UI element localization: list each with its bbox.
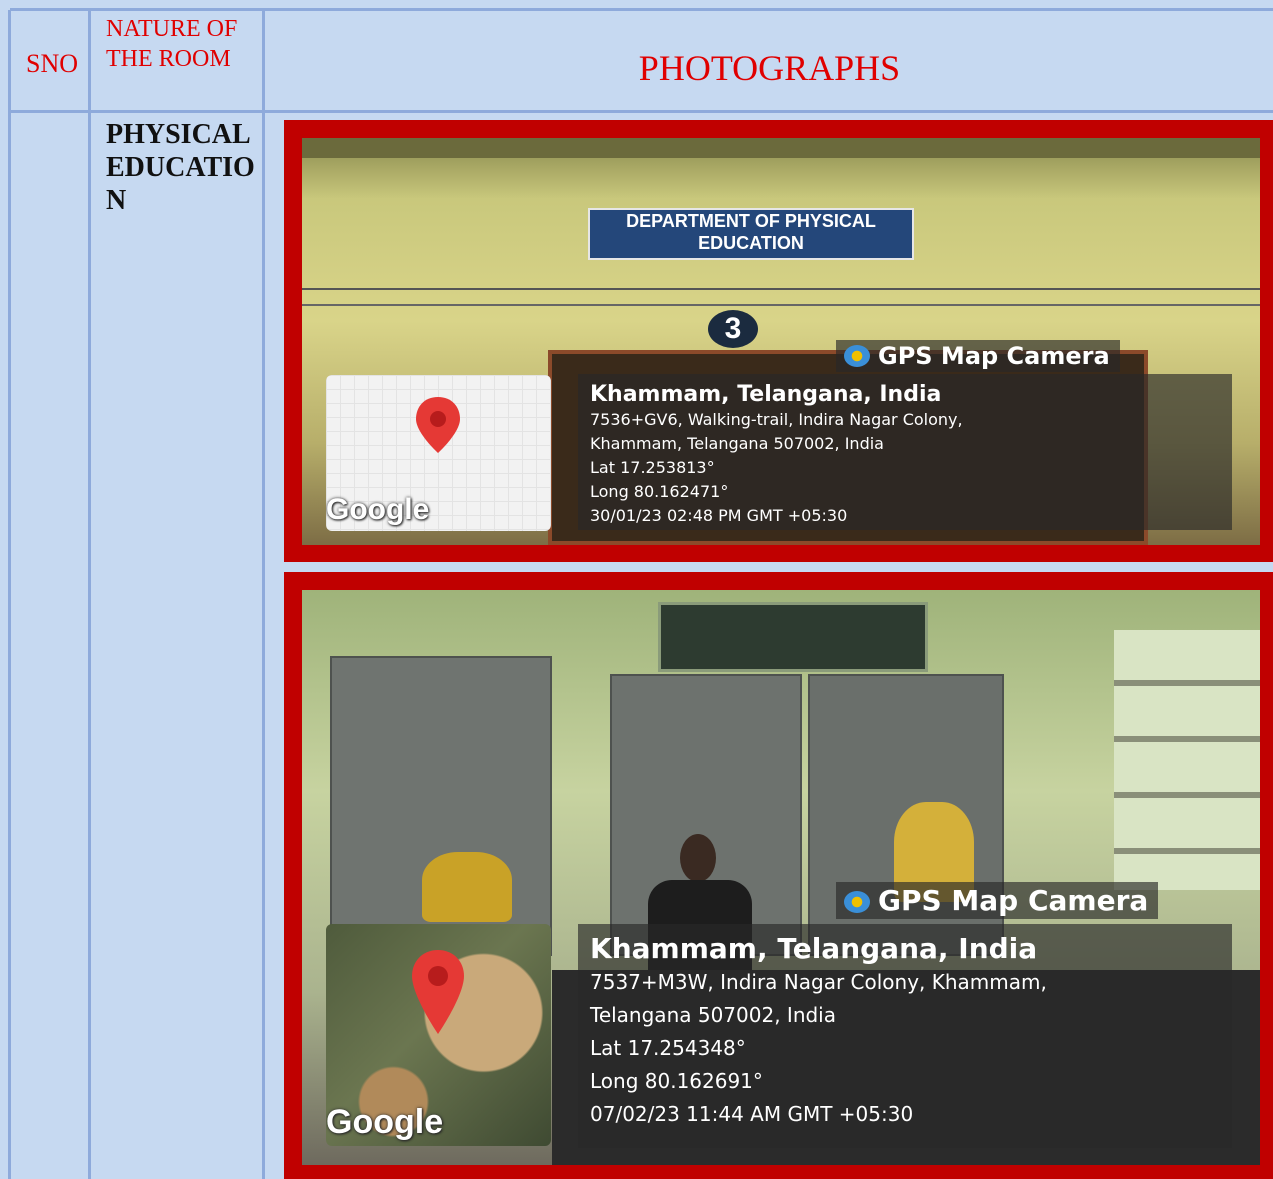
room-number-badge: 3 bbox=[708, 310, 758, 348]
gps-datetime: 30/01/23 02:48 PM GMT +05:30 bbox=[590, 506, 848, 525]
map-thumbnail: Google bbox=[326, 375, 551, 531]
gps-info-panel: Khammam, Telangana, India 7537+M3W, Indi… bbox=[578, 924, 1232, 1148]
gps-address-line1: 7536+GV6, Walking-trail, Indira Nagar Co… bbox=[590, 410, 963, 429]
document-table: SNO NATURE OF THE ROOM PHOTOGRAPHS PHYSI… bbox=[0, 0, 1273, 1179]
gps-app-title: GPS Map Camera bbox=[836, 340, 1120, 372]
gps-info-panel: Khammam, Telangana, India 7536+GV6, Walk… bbox=[578, 374, 1232, 530]
satellite-map-thumbnail: Google bbox=[326, 924, 551, 1146]
column-divider-1 bbox=[88, 10, 91, 1179]
department-sign: DEPARTMENT OF PHYSICAL EDUCATION bbox=[588, 208, 914, 260]
wall-wires bbox=[302, 288, 1260, 306]
trophy-left bbox=[422, 852, 512, 922]
google-logo: Google bbox=[326, 1103, 444, 1141]
gps-latitude: Lat 17.254348° bbox=[590, 1036, 746, 1060]
gps-datetime: 07/02/23 11:44 AM GMT +05:30 bbox=[590, 1102, 914, 1126]
gps-longitude: Long 80.162471° bbox=[590, 482, 729, 501]
gps-camera-icon bbox=[844, 345, 870, 367]
map-pin-icon bbox=[416, 397, 460, 453]
room-name: PHYSICAL EDUCATION bbox=[106, 119, 255, 216]
header-row-divider bbox=[10, 110, 1273, 113]
gps-city: Khammam, Telangana, India bbox=[590, 382, 942, 407]
gps-city: Khammam, Telangana, India bbox=[590, 932, 1038, 965]
gps-latitude: Lat 17.253813° bbox=[590, 458, 715, 477]
map-pin-icon bbox=[412, 950, 464, 1034]
gps-app-label: GPS Map Camera bbox=[878, 884, 1149, 917]
table-border-left bbox=[8, 10, 11, 1179]
gps-longitude: Long 80.162691° bbox=[590, 1069, 763, 1093]
column-divider-2 bbox=[262, 10, 265, 1179]
window bbox=[658, 602, 928, 672]
google-logo: Google bbox=[326, 493, 430, 526]
gps-address-line2: Telangana 507002, India bbox=[590, 1003, 836, 1027]
photo-department-office: Google GPS Map Camera Khammam, Telangana… bbox=[302, 590, 1260, 1165]
gps-address-line2: Khammam, Telangana 507002, India bbox=[590, 434, 884, 453]
gps-camera-icon bbox=[844, 891, 870, 913]
table-border-top bbox=[10, 8, 1273, 11]
header-nature-of-room: NATURE OF THE ROOM bbox=[106, 16, 238, 72]
gps-app-title: GPS Map Camera bbox=[836, 882, 1159, 919]
photo-department-sign: DEPARTMENT OF PHYSICAL EDUCATION 3 Googl… bbox=[302, 138, 1260, 545]
person-head bbox=[680, 834, 716, 882]
gps-address-line1: 7537+M3W, Indira Nagar Colony, Khammam, bbox=[590, 970, 1047, 994]
ceiling-beam bbox=[302, 138, 1260, 158]
gps-app-label: GPS Map Camera bbox=[878, 342, 1110, 370]
header-sno: SNO bbox=[26, 49, 79, 78]
header-photographs: PHOTOGRAPHS bbox=[638, 48, 901, 88]
wall-shelves bbox=[1114, 630, 1260, 890]
